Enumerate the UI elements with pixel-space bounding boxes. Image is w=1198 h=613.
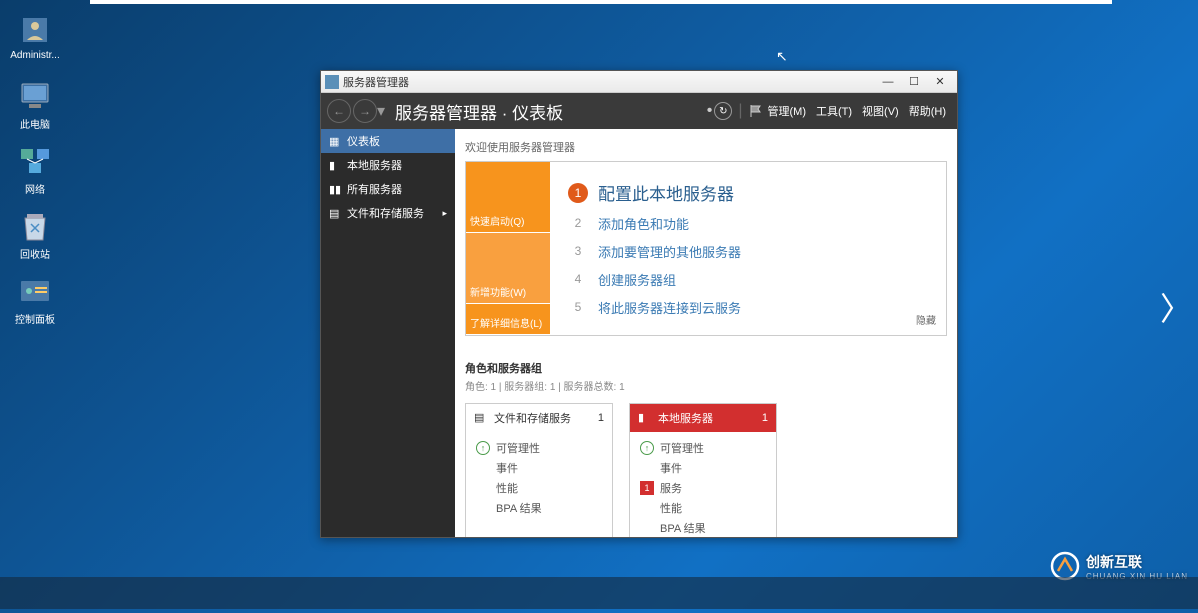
desktop-icon-recyclebin[interactable]: 回收站 (5, 208, 65, 261)
status-ok-icon (476, 441, 490, 455)
tab-quickstart[interactable]: 快速启动(Q) (466, 162, 550, 233)
quick-tabs: 快速启动(Q) 新增功能(W) 了解详细信息(L) (466, 162, 550, 335)
titlebar[interactable]: 服务器管理器 — ☐ ✕ (321, 71, 957, 93)
welcome-label: 欢迎使用服务器管理器 (465, 139, 947, 155)
sidebar-label: 本地服务器 (347, 157, 402, 173)
hide-link[interactable]: 隐藏 (916, 312, 936, 327)
desktop-icon-thispc[interactable]: 此电脑 (5, 78, 65, 131)
tile-local-server[interactable]: ▮本地服务器1 可管理性 事件 1服务 性能 BPA 结果 (629, 403, 777, 537)
desktop-icon-network[interactable]: 网络 (5, 143, 65, 196)
sidebar-item-storage[interactable]: ▤文件和存储服务▸ (321, 201, 455, 225)
desktop-icon-label: 控制面板 (15, 315, 55, 326)
status-error-icon: 1 (640, 481, 654, 495)
flag-icon[interactable] (749, 104, 763, 118)
server-manager-window: 服务器管理器 — ☐ ✕ ← → ▾ 服务器管理器 · 仪表板 • ↻ | 管理… (320, 70, 958, 538)
sidebar-label: 文件和存储服务 (347, 205, 424, 221)
back-button[interactable]: ← (327, 99, 351, 123)
step-addroles[interactable]: 2添加角色和功能 (568, 213, 928, 233)
desktop-icon-label: Administr... (10, 50, 59, 61)
menu-help[interactable]: 帮助(H) (909, 103, 946, 119)
controlpanel-icon (17, 273, 53, 309)
taskbar[interactable] (0, 577, 1198, 609)
desktop-icon-label: 网络 (25, 185, 45, 196)
refresh-icon[interactable]: ↻ (714, 102, 732, 120)
cursor-icon: ↖ (776, 48, 788, 65)
roles-heading: 角色和服务器组 (465, 360, 947, 376)
header-bar: ← → ▾ 服务器管理器 · 仪表板 • ↻ | 管理(M) 工具(T) 视图(… (321, 93, 957, 129)
sidebar-label: 所有服务器 (347, 181, 402, 197)
steps-list: 1配置此本地服务器 2添加角色和功能 3添加要管理的其他服务器 4创建服务器组 … (550, 162, 946, 335)
storage-icon: ▤ (329, 207, 343, 219)
sidebar-label: 仪表板 (347, 133, 380, 149)
desktop-icon-label: 此电脑 (20, 120, 50, 131)
minimize-button[interactable]: — (875, 73, 901, 91)
step-creategroup[interactable]: 4创建服务器组 (568, 269, 928, 289)
close-button[interactable]: ✕ (927, 73, 953, 91)
server-icon: ▮ (329, 159, 343, 171)
menu-manage[interactable]: 管理(M) (768, 103, 807, 119)
roles-subtext: 角色: 1 | 服务器组: 1 | 服务器总数: 1 (465, 378, 947, 393)
tile-title: 文件和存储服务 (494, 410, 571, 426)
tile-file-storage[interactable]: ▤文件和存储服务1 可管理性 事件 性能 BPA 结果 (465, 403, 613, 537)
sidebar-item-all[interactable]: ▮▮ 所有服务器 (321, 177, 455, 201)
tiles-row: ▤文件和存储服务1 可管理性 事件 性能 BPA 结果 ▮本地服务器1 可管理性… (465, 403, 947, 537)
server-icon: ▮ (638, 411, 652, 425)
desktop-icon-admin[interactable]: Administr... (5, 12, 65, 61)
step-cloudconnect[interactable]: 5将此服务器连接到云服务 (568, 297, 928, 317)
desktop-icon-controlpanel[interactable]: 控制面板 (5, 273, 65, 326)
tile-count: 1 (762, 412, 768, 424)
forward-button[interactable]: → (353, 99, 377, 123)
maximize-button[interactable]: ☐ (901, 73, 927, 91)
user-icon (17, 12, 53, 48)
status-ok-icon (640, 441, 654, 455)
desktop-icon-label: 回收站 (20, 250, 50, 261)
step-addservers[interactable]: 3添加要管理的其他服务器 (568, 241, 928, 261)
sidebar-item-dashboard[interactable]: ▦ 仪表板 (321, 129, 455, 153)
servers-icon: ▮▮ (329, 183, 343, 195)
sidebar: ▦仪表板 ▮本地服务器 ▮▮所有服务器 ▤文件和存储服务▸ (321, 129, 455, 537)
sidebar-item-local[interactable]: ▮ 本地服务器 (321, 153, 455, 177)
storage-icon: ▤ (474, 411, 488, 425)
menu-tools[interactable]: 工具(T) (816, 103, 852, 119)
app-icon (325, 75, 339, 89)
tile-count: 1 (598, 412, 604, 424)
dashboard-icon: ▦ (329, 135, 343, 147)
welcome-box: 快速启动(Q) 新增功能(W) 了解详细信息(L) 1配置此本地服务器 2添加角… (465, 161, 947, 336)
breadcrumb: 服务器管理器 · 仪表板 (395, 99, 563, 124)
main-content: 欢迎使用服务器管理器 快速启动(Q) 新增功能(W) 了解详细信息(L) 1配置… (455, 129, 957, 537)
window-title: 服务器管理器 (343, 74, 409, 90)
computer-icon (17, 78, 53, 114)
recyclebin-icon (17, 208, 53, 244)
brand-name: 创新互联 (1086, 554, 1142, 570)
tile-title: 本地服务器 (658, 410, 713, 426)
next-arrow-icon[interactable]: 〉 (1160, 284, 1192, 330)
menu-view[interactable]: 视图(V) (862, 103, 899, 119)
step-configure[interactable]: 1配置此本地服务器 (568, 180, 928, 205)
tab-whatsnew[interactable]: 新增功能(W) (466, 233, 550, 304)
network-icon (17, 143, 53, 179)
tab-learnmore[interactable]: 了解详细信息(L) (466, 304, 550, 335)
